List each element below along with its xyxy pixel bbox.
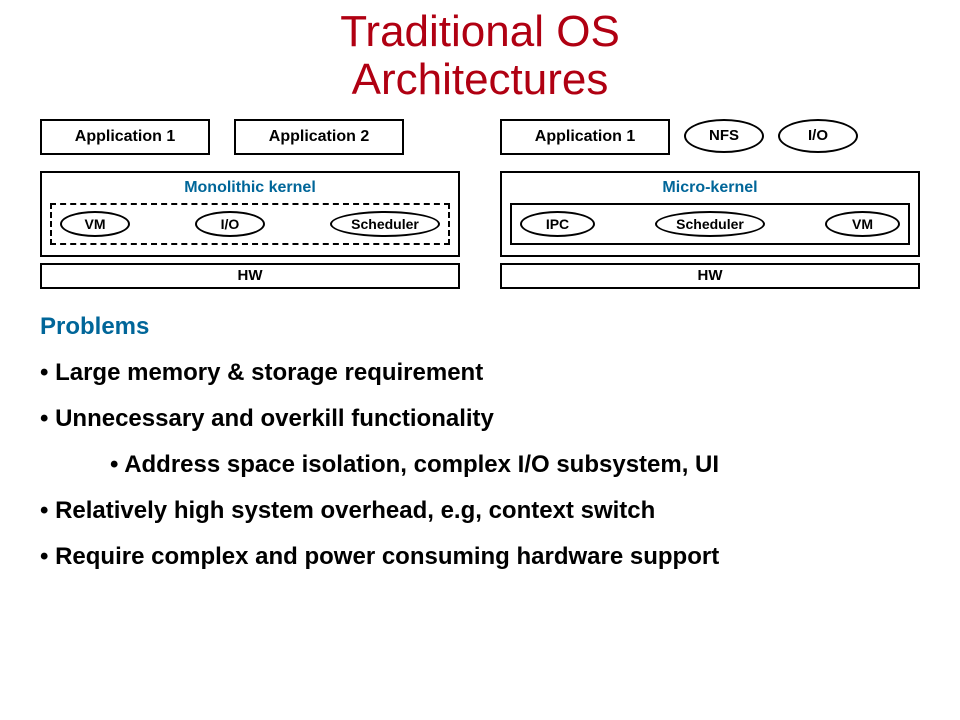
microkernel-architecture: Application 1 NFS I/O Micro-kernel IPC S…	[500, 119, 920, 289]
monolithic-kernel-box: Monolithic kernel VM I/O Scheduler	[40, 171, 460, 257]
app-box-1: Application 1	[40, 119, 210, 155]
app-box-right: Application 1	[500, 119, 670, 155]
nfs-oval: NFS	[684, 119, 764, 153]
io-chip: I/O	[195, 211, 265, 237]
vm-chip-right: VM	[825, 211, 900, 237]
app-box-2: Application 2	[234, 119, 404, 155]
slide-title: Traditional OS Architectures	[0, 0, 960, 105]
monolithic-architecture: Application 1 Application 2 Monolithic k…	[40, 119, 460, 289]
problems-section: Problems Large memory & storage requirem…	[0, 289, 960, 571]
scheduler-chip-right: Scheduler	[655, 211, 765, 237]
monolithic-kernel-label: Monolithic kernel	[184, 179, 316, 197]
bullet-2: Unnecessary and overkill functionality	[40, 405, 920, 433]
monolithic-top-row: Application 1 Application 2	[40, 119, 460, 157]
bullet-2a: Address space isolation, complex I/O sub…	[40, 451, 920, 479]
architecture-diagrams: Application 1 Application 2 Monolithic k…	[0, 105, 960, 289]
monolithic-components: VM I/O Scheduler	[50, 203, 450, 245]
bullet-4: Require complex and power consuming hard…	[40, 543, 920, 571]
title-line-2: Architectures	[352, 55, 609, 104]
bullet-3: Relatively high system overhead, e.g, co…	[40, 497, 920, 525]
title-line-1: Traditional OS	[340, 7, 620, 56]
io-oval: I/O	[778, 119, 858, 153]
microkernel-components: IPC Scheduler VM	[510, 203, 910, 245]
microkernel-label: Micro-kernel	[662, 179, 757, 197]
microkernel-box: Micro-kernel IPC Scheduler VM	[500, 171, 920, 257]
ipc-chip: IPC	[520, 211, 595, 237]
vm-chip: VM	[60, 211, 130, 237]
scheduler-chip: Scheduler	[330, 211, 440, 237]
problems-heading: Problems	[40, 313, 920, 341]
bullet-1: Large memory & storage requirement	[40, 359, 920, 387]
microkernel-top-row: Application 1 NFS I/O	[500, 119, 920, 157]
hw-box-left: HW	[40, 263, 460, 289]
hw-box-right: HW	[500, 263, 920, 289]
